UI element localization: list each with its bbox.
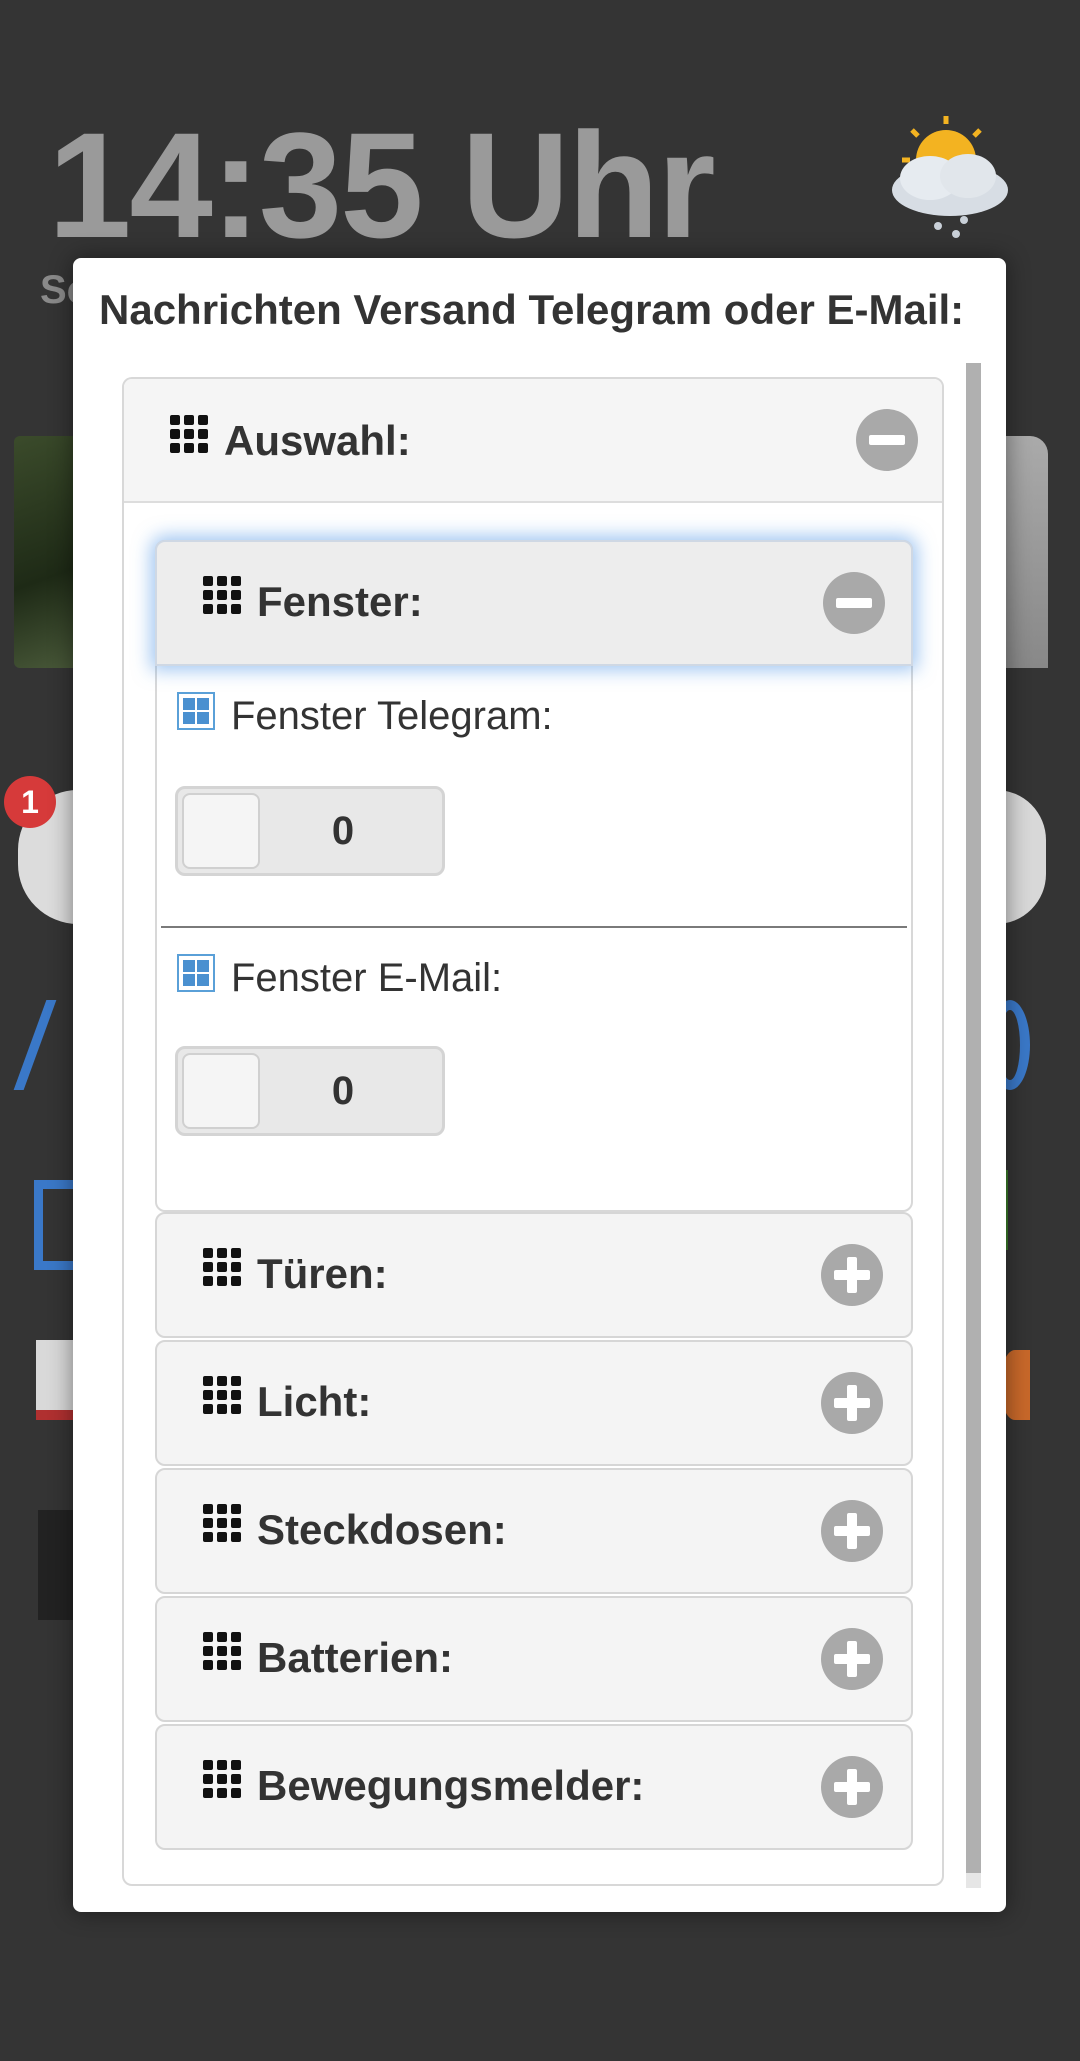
scrollbar-thumb[interactable] [966,363,981,1873]
plus-circle-icon[interactable] [821,1244,883,1306]
background-app-icon [38,1510,74,1620]
toggle-value: 0 [331,1069,355,1113]
divider [161,926,907,928]
grid-icon [203,1504,243,1544]
section-fenster-header[interactable]: Fenster: [155,540,913,666]
grid-icon [203,1376,243,1416]
section-auswahl-label: Auswahl: [224,417,411,464]
section-bewegungsmelder-label: Bewegungsmelder: [257,1762,645,1809]
section-tueren[interactable]: Türen: [155,1212,913,1338]
grid-icon [203,1760,243,1800]
plus-circle-icon[interactable] [821,1500,883,1562]
section-tueren-label: Türen: [257,1250,388,1297]
background-app-icon [34,1180,74,1270]
grid-icon [203,576,243,616]
section-bewegungsmelder[interactable]: Bewegungsmelder: [155,1724,913,1850]
plus-circle-icon[interactable] [821,1756,883,1818]
section-licht-label: Licht: [257,1378,372,1425]
toggle-fenster-email[interactable]: 0 [175,1046,445,1136]
grid-icon [170,415,210,455]
section-licht[interactable]: Licht: [155,1340,913,1466]
background-app-icon [36,1340,76,1420]
toggle-fenster-telegram[interactable]: 0 [175,786,445,876]
notification-badge: 1 [4,776,56,828]
section-steckdosen-label: Steckdosen: [257,1506,507,1553]
background-photo-right [1000,436,1048,668]
window-icon [177,692,215,730]
field-label-email: Fenster E-Mail: [231,956,503,1000]
grid-icon [203,1248,243,1288]
background-clock: 14:35 Uhr [48,101,716,269]
weather-icon [892,116,1008,238]
section-steckdosen[interactable]: Steckdosen: [155,1468,913,1594]
background-app-icon [1004,1170,1024,1250]
toggle-value: 0 [331,809,355,853]
grid-icon [203,1632,243,1672]
plus-circle-icon[interactable] [821,1628,883,1690]
dialog-title: Nachrichten Versand Telegram oder E-Mail… [99,286,965,333]
scrollbar[interactable] [966,363,981,1888]
section-batterien[interactable]: Batterien: [155,1596,913,1722]
minus-circle-icon[interactable] [823,572,885,634]
minus-circle-icon[interactable] [856,409,918,471]
toggle-knob[interactable] [182,793,260,869]
section-fenster-label: Fenster: [257,578,423,625]
toggle-knob[interactable] [182,1053,260,1129]
field-label-telegram: Fenster Telegram: [231,694,553,738]
message-dialog: Nachrichten Versand Telegram oder E-Mail… [73,258,1006,1912]
section-batterien-label: Batterien: [257,1634,454,1681]
plus-circle-icon[interactable] [821,1372,883,1434]
section-auswahl-header[interactable]: Auswahl: [124,379,942,503]
window-icon [177,954,215,992]
section-fenster: Fenster: Fenster Telegram: 0 Fenster E-M… [155,540,913,1212]
